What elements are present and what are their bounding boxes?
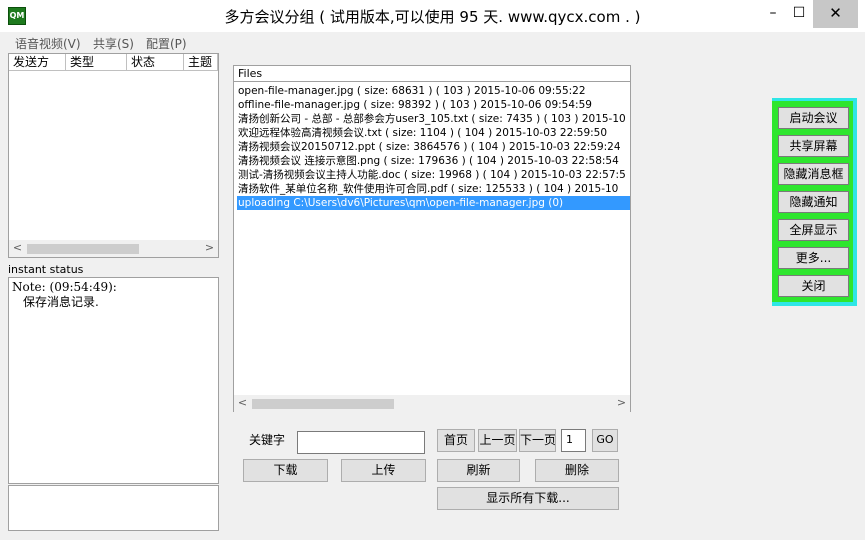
keyword-label: 关键字 [249,433,286,447]
scroll-left-icon[interactable]: < [234,395,251,412]
close-icon[interactable]: ✕ [813,0,858,28]
column-header-sender[interactable]: 发送方 [9,54,66,71]
more-button[interactable]: 更多... [778,247,849,269]
hide-message-box-button[interactable]: 隐藏消息框 [778,163,849,185]
file-row[interactable]: 欢迎远程体验高清视频会议.txt ( size: 1104 ) ( 104 ) … [237,126,630,140]
fullscreen-button[interactable]: 全屏显示 [778,219,849,241]
file-row[interactable]: 清扬创新公司 - 总部 - 总部参会方user3_105.txt ( size:… [237,112,630,126]
download-button[interactable]: 下载 [243,459,328,482]
file-row[interactable]: 清扬视频会议20150712.ppt ( size: 3864576 ) ( 1… [237,140,630,154]
menu-config[interactable]: 配置(P) [146,35,187,52]
message-input[interactable] [8,485,219,531]
title-bar: QM 多方会议分组 ( 试用版本,可以使用 95 天. www.qycx.com… [0,0,865,32]
menu-bar: 语音视频(V) 共享(S) 配置(P) [0,32,865,52]
page-number-input[interactable]: 1 [561,429,586,452]
status-label: instant status [8,263,84,276]
scroll-thumb[interactable] [252,399,394,409]
files-scrollbar[interactable]: < > [234,395,630,412]
first-page-button[interactable]: 首页 [437,429,475,452]
keyword-input[interactable] [297,431,425,454]
file-row[interactable]: 清扬软件_某单位名称_软件使用许可合同.pdf ( size: 125533 )… [237,182,630,196]
message-list[interactable]: 发送方 类型 状态 主题 < > [8,53,219,258]
menu-share[interactable]: 共享(S) [93,35,134,52]
show-all-downloads-button[interactable]: 显示所有下载... [437,487,619,510]
column-header-status[interactable]: 状态 [127,54,184,71]
upload-button[interactable]: 上传 [341,459,426,482]
column-header-type[interactable]: 类型 [66,54,127,71]
refresh-button[interactable]: 刷新 [437,459,520,482]
file-row[interactable]: offline-file-manager.jpg ( size: 98392 )… [237,98,630,112]
window-title: 多方会议分组 ( 试用版本,可以使用 95 天. www.qycx.com . … [224,8,641,26]
files-header: Files [234,66,630,82]
next-page-button[interactable]: 下一页 [519,429,556,452]
status-message: 保存消息记录. [23,295,99,309]
conference-control-panel: 启动会议 共享屏幕 隐藏消息框 隐藏通知 全屏显示 更多... 关闭 [772,98,857,306]
maximize-icon[interactable]: ☐ [784,0,814,28]
files-panel: Files open-file-manager.jpg ( size: 6863… [233,65,631,412]
scroll-left-icon[interactable]: < [9,240,26,257]
scroll-thumb[interactable] [27,244,139,254]
start-meeting-button[interactable]: 启动会议 [778,107,849,129]
delete-button[interactable]: 删除 [535,459,619,482]
file-row[interactable]: 测试-清扬视频会议主持人功能.doc ( size: 19968 ) ( 104… [237,168,630,182]
go-button[interactable]: GO [592,429,618,452]
close-panel-button[interactable]: 关闭 [778,275,849,297]
column-header-subject[interactable]: 主题 [184,54,218,71]
share-screen-button[interactable]: 共享屏幕 [778,135,849,157]
message-list-scrollbar[interactable]: < > [9,240,218,257]
status-log: Note: (09:54:49): 保存消息记录. [8,277,219,484]
files-list[interactable]: open-file-manager.jpg ( size: 68631 ) ( … [237,84,630,394]
hide-notification-button[interactable]: 隐藏通知 [778,191,849,213]
menu-voice-video[interactable]: 语音视频(V) [15,35,81,52]
status-note: Note: (09:54:49): [12,280,117,294]
scroll-right-icon[interactable]: > [613,395,630,412]
file-row[interactable]: open-file-manager.jpg ( size: 68631 ) ( … [237,84,630,98]
file-row[interactable]: uploading C:\Users\dv6\Pictures\qm\open-… [237,196,630,210]
prev-page-button[interactable]: 上一页 [478,429,517,452]
file-row[interactable]: 清扬视频会议 连接示意图.png ( size: 179636 ) ( 104 … [237,154,630,168]
scroll-right-icon[interactable]: > [201,240,218,257]
